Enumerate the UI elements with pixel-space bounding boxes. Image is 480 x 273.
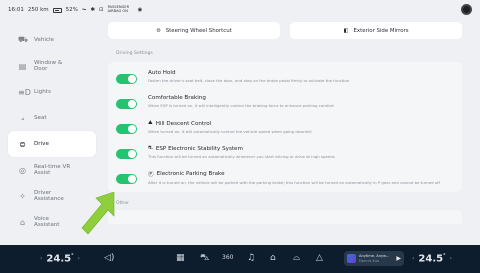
airbag-status: PASSENGER AIRBAG ON — [107, 5, 130, 13]
assist-icon: ✧ — [19, 191, 26, 201]
setting-row-esp: ⛐ ESP Electronic Stability System This fu… — [108, 139, 462, 164]
temp-value: 24.5 — [418, 253, 444, 265]
sidebar-item-drive[interactable]: ⊜ Drive — [8, 131, 96, 157]
media-artist: Dennis Kuo — [359, 258, 380, 263]
sidebar-item-label: Lights — [34, 89, 51, 95]
exterior-mirrors-button[interactable]: ◧ Exterior Side Mirrors — [290, 22, 462, 39]
degree-unit: ° — [443, 253, 446, 259]
sidebar-item-label: Seat — [34, 115, 47, 121]
hill-descent-icon: ⛰ — [148, 120, 153, 126]
apps-grid-icon[interactable]: ▦ — [176, 253, 185, 263]
battery-percent: 52% — [65, 7, 78, 13]
car-icon[interactable]: ⛍ — [200, 253, 209, 264]
temp-up-icon[interactable]: › — [78, 255, 80, 262]
door-icon: ▤ — [18, 61, 27, 71]
car-icon: ⛟ — [18, 35, 29, 44]
setting-row-hill-descent: ⛰ Hill Descent Control When turned on, it… — [108, 114, 462, 139]
setting-row-parking-brake: Ⓟ Electronic Parking Brake After it is tu… — [108, 164, 462, 190]
sidebar-item-label: Vehicle — [34, 37, 55, 43]
temp-down-icon[interactable]: ‹ — [40, 255, 42, 262]
setting-row-comfortable-braking: Comfortable Braking When ESP is turned o… — [108, 89, 462, 114]
sidebar-item-label: Driver Assistance — [34, 189, 64, 202]
sidebar-item-vr-assist[interactable]: ◎ Real-time VR Assist — [8, 157, 96, 183]
sidebar-item-label: Voice Assistant — [34, 215, 60, 228]
range-readout: 250 km — [27, 7, 49, 13]
clock: 16:01 — [8, 7, 24, 13]
play-icon[interactable]: ▶ — [396, 255, 401, 262]
setting-title: ESP Electronic Stability System — [155, 145, 243, 152]
sidebar-item-lights[interactable]: ≡D Lights — [8, 79, 96, 105]
bluetooth-icon: ✱ — [90, 7, 95, 13]
hill-descent-toggle[interactable] — [116, 124, 137, 134]
auto-hold-toggle[interactable] — [116, 74, 137, 84]
steering-wheel-icon: ⊜ — [19, 139, 26, 149]
shortcut-label: Exterior Side Mirrors — [353, 27, 409, 34]
setting-title: Electronic Parking Brake — [156, 171, 225, 177]
esp-toggle[interactable] — [116, 149, 137, 159]
temp-down-icon[interactable]: ‹ — [412, 255, 414, 262]
steering-wheel-icon: ⊜ — [156, 27, 161, 34]
esp-icon: ⛐ — [148, 145, 153, 151]
pointer-arrow-icon — [81, 192, 115, 235]
setting-title: Auto Hold — [148, 70, 176, 76]
section-heading: Driving Settings — [116, 51, 153, 56]
steering-wheel-shortcut-button[interactable]: ⊜ Steering Wheel Shortcut — [108, 22, 280, 39]
battery-icon — [52, 7, 62, 13]
mirror-icon: ◧ — [343, 27, 349, 34]
album-art — [347, 254, 356, 263]
camera-360-button[interactable]: 360 — [222, 254, 233, 261]
temp-up-icon[interactable]: › — [450, 255, 452, 262]
temp-value: 24.5 — [46, 253, 72, 265]
section-heading: Other — [116, 201, 130, 206]
seat-icon: ⟓ — [20, 113, 25, 122]
camera-icon: ◉ — [137, 7, 143, 13]
vr-icon: ◎ — [19, 165, 26, 175]
navigation-icon[interactable]: △ — [316, 253, 323, 263]
recording-icon: ⊡ — [99, 7, 104, 13]
setting-title: Comfortable Braking — [148, 95, 206, 101]
setting-description: Fasten the driver's seat belt, close the… — [148, 78, 350, 83]
setting-description: When ESP is turned on, it will intellige… — [148, 103, 334, 108]
comfortable-braking-toggle[interactable] — [116, 99, 137, 109]
status-bar: 16:01 250 km 52% ⏦ ✱ ⊡ PASSENGER AIRBAG … — [0, 0, 480, 20]
parking-brake-toggle[interactable] — [116, 174, 137, 184]
signal-icon: ⏦ — [81, 6, 87, 13]
home-icon[interactable]: ⌂ — [270, 253, 276, 263]
setting-description: This function will be turned on automati… — [148, 154, 335, 159]
media-widget[interactable]: Anytime, Anyw... Dennis Kuo ▶ — [344, 251, 404, 266]
setting-title: Hill Descent Control — [155, 120, 212, 127]
voice-icon: ⌂ — [19, 217, 26, 227]
sidebar-item-label: Window & Door — [34, 59, 63, 72]
other-settings-card — [108, 210, 462, 224]
parking-brake-icon: Ⓟ — [148, 172, 154, 178]
sidebar-item-label: Drive — [34, 141, 49, 147]
shop-icon[interactable]: ⌓ — [293, 253, 300, 263]
left-temperature[interactable]: ‹ 24.5° › — [40, 253, 80, 264]
volume-icon[interactable]: ◁) — [104, 253, 114, 263]
bottom-dock: ‹ 24.5° › ◁) ▦ ⛍ 360 ♫ ⌂ ⌓ △ Anytime, An… — [0, 245, 480, 273]
degree-unit: ° — [71, 253, 74, 259]
profile-avatar[interactable] — [461, 4, 472, 15]
lights-icon: ≡D — [18, 87, 31, 97]
sidebar-item-vehicle[interactable]: ⛟ Vehicle — [8, 27, 96, 53]
setting-description: After it is turned on, the vehicle will … — [148, 180, 440, 185]
right-temperature[interactable]: ‹ 24.5° › — [412, 253, 452, 264]
driving-settings-card: Auto Hold Fasten the driver's seat belt,… — [108, 62, 462, 192]
sidebar-item-seat[interactable]: ⟓ Seat — [8, 105, 96, 131]
sidebar-item-label: Real-time VR Assist — [34, 163, 71, 176]
setting-description: When turned on, it will automatically co… — [148, 129, 312, 134]
drive-settings-panel: ⊜ Steering Wheel Shortcut ◧ Exterior Sid… — [108, 20, 462, 245]
music-icon[interactable]: ♫ — [247, 253, 255, 263]
shortcut-label: Steering Wheel Shortcut — [165, 27, 232, 34]
sidebar-item-window-door[interactable]: ▤ Window & Door — [8, 53, 96, 79]
setting-row-auto-hold: Auto Hold Fasten the driver's seat belt,… — [108, 64, 462, 89]
